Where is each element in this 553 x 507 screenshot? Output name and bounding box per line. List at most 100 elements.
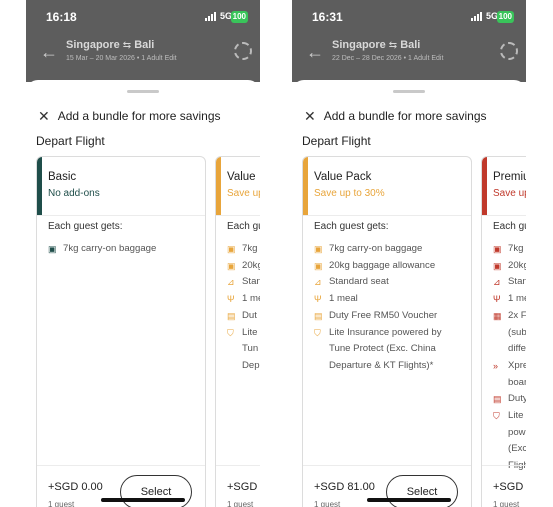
feature-text: 7kg c <box>508 243 526 254</box>
bundle-savings: Save up t <box>493 188 526 199</box>
meal-icon: Ψ <box>493 294 501 305</box>
feature-item: Ψ 1 meal <box>314 291 471 308</box>
trip-dates[interactable]: 22 Dec – 28 Dec 2026 • 1 Adult Edit <box>332 55 443 62</box>
seat-icon: ⊿ <box>314 277 322 288</box>
bundle-card-value-pack[interactable]: Value Pack Save up to 30% Each guest gets:… <box>302 156 472 507</box>
price-per-guest: 1 guest <box>227 500 254 507</box>
feature-text: Lite Tun Dep <box>242 326 260 371</box>
bundle-name: Premium <box>493 171 526 183</box>
card-divider <box>216 465 260 466</box>
bundle-name: Basic <box>48 171 77 183</box>
card-divider <box>37 465 205 466</box>
xpress-icon: » <box>493 360 499 371</box>
feature-text: Lite Insurance powered by Tune Protect (E… <box>329 326 442 371</box>
sheet-header: ✕ Add a bundle for more savings <box>304 108 487 124</box>
bundle-card-value[interactable]: Value Save up Each gu ▣ 7kg ▣ 20kg ⊿ Stand Ψ 1 mea… <box>215 156 260 507</box>
luggage-icon: ▣ <box>314 244 323 254</box>
refresh-icon[interactable] <box>234 42 252 60</box>
refresh-icon[interactable] <box>500 42 518 60</box>
feature-text: Duty Free RM50 Voucher <box>329 309 438 321</box>
calendar-icon: ▦ <box>493 310 502 321</box>
feature-item: ▤ Duty <box>493 391 526 408</box>
select-bundle-button[interactable]: Select <box>386 475 458 507</box>
card-divider <box>216 215 260 216</box>
feature-text: Stand <box>242 276 260 288</box>
route-destination: Bali <box>400 39 421 51</box>
bundle-savings: Save up to 30% <box>314 188 385 199</box>
shield-icon: ⛉ <box>314 327 321 338</box>
feature-item: ▤ Duty Free RM50 Voucher <box>314 308 471 325</box>
status-bar: 16:31 5G 100 <box>292 8 526 26</box>
luggage-icon: ▣ <box>493 244 502 254</box>
feature-item: ▣ 20kg <box>493 258 526 275</box>
feature-text: 20kg <box>508 259 526 271</box>
bundle-accent-bar <box>303 157 308 215</box>
trip-dates[interactable]: 15 Mar – 20 Mar 2026 • 1 Adult Edit <box>66 55 177 62</box>
section-title: Depart Flight <box>36 134 105 148</box>
feature-item: Ψ 1 mea <box>227 291 260 308</box>
feature-item: ▣ 7kg carry-on baggage <box>314 241 471 258</box>
feature-item: ▣ 7kg carry-on baggage <box>48 241 205 258</box>
back-arrow-icon[interactable]: ← <box>40 42 58 63</box>
shield-icon: ⛉ <box>493 411 500 422</box>
route-title: Singapore ⇆ Bali <box>66 39 154 51</box>
section-title: Depart Flight <box>302 134 371 148</box>
feature-item: ⛉ Lite Tun Dep <box>227 325 260 375</box>
home-indicator[interactable] <box>101 498 185 502</box>
luggage-icon: ▣ <box>493 260 502 271</box>
route-origin: Singapore <box>332 39 386 51</box>
close-icon[interactable]: ✕ <box>304 108 316 125</box>
guest-benefits-label: Each gue <box>493 221 526 232</box>
signal-icon <box>205 12 216 21</box>
feature-list: ▣ 7kg carry-on baggage ▣ 20kg baggage allow… <box>314 241 471 375</box>
shield-icon: ⛉ <box>227 327 234 338</box>
sheet-title: Add a bundle for more savings <box>57 109 221 123</box>
guest-benefits-label: Each guest gets: <box>48 221 123 232</box>
back-arrow-icon[interactable]: ← <box>306 42 324 63</box>
feature-text: 20kg baggage allowance <box>329 259 436 271</box>
screen-1: 16:18 5G 100 ← Singapore ⇆ Bali 15 Mar – 20 Mar… <box>26 0 260 507</box>
feature-item: ⊿ Stand <box>493 274 526 291</box>
feature-text: Stand <box>508 276 526 288</box>
feature-text: 7kg <box>242 243 258 254</box>
feature-item: ▣ 20kg baggage allowance <box>314 258 471 275</box>
feature-item: ▣ 7kg <box>227 241 260 258</box>
price-per-guest: 1 guest <box>314 500 341 507</box>
guest-benefits-label: Each guest gets: <box>314 221 389 232</box>
status-bar: 16:18 5G 100 <box>26 8 260 26</box>
feature-text: 20kg <box>242 259 260 271</box>
route-destination: Bali <box>134 39 155 51</box>
round-trip-arrows-icon: ⇆ <box>122 40 132 51</box>
feature-text: Dut <box>242 309 257 321</box>
feature-list: ▣ 7kg ▣ 20kg ⊿ Stand Ψ 1 mea ▤ Dut ⛉ LiteTunDep <box>227 241 260 375</box>
meal-icon: Ψ <box>314 294 322 305</box>
card-divider <box>37 215 205 216</box>
bundle-card-basic[interactable]: Basic No add-ons Each guest gets: ▣ 7kg carr… <box>36 156 206 507</box>
luggage-icon: ▣ <box>314 260 323 271</box>
bundle-accent-bar <box>482 157 487 215</box>
card-divider <box>303 215 471 216</box>
feature-list: ▣ 7kg c ▣ 20kg ⊿ Stand Ψ 1 mea ▦ 2x Fre(subjdiffe… <box>493 241 526 475</box>
feature-text: 1 meal <box>329 293 358 305</box>
select-bundle-button[interactable]: Select <box>120 475 192 507</box>
status-time: 16:18 <box>46 10 77 24</box>
close-icon[interactable]: ✕ <box>38 108 50 125</box>
duty-free-icon: ▤ <box>493 394 502 405</box>
sheet-drag-handle[interactable] <box>127 90 159 93</box>
duty-free-icon: ▤ <box>314 310 323 321</box>
bundle-accent-bar <box>216 157 221 215</box>
feature-item: Ψ 1 mea <box>493 291 526 308</box>
feature-text: 1 mea <box>242 293 260 305</box>
feature-text: 2x Fre(subjdiffer <box>508 309 526 355</box>
feature-text: Xpresboard <box>508 359 526 388</box>
price-per-guest: 1 guest <box>493 500 520 507</box>
screen-2: 16:31 5G 100 ← Singapore ⇆ Bali 22 Dec – 28 Dec… <box>292 0 526 507</box>
card-divider <box>482 465 526 466</box>
home-indicator[interactable] <box>367 498 451 502</box>
luggage-icon: ▣ <box>227 244 236 254</box>
feature-text: 7kg carry-on baggage <box>63 243 157 254</box>
sheet-drag-handle[interactable] <box>393 90 425 93</box>
card-divider <box>303 465 471 466</box>
bundle-card-premium[interactable]: Premium Save up t Each gue ▣ 7kg c ▣ 20kg ⊿ Stan… <box>481 156 526 507</box>
feature-item: ⊿ Standard seat <box>314 274 471 291</box>
